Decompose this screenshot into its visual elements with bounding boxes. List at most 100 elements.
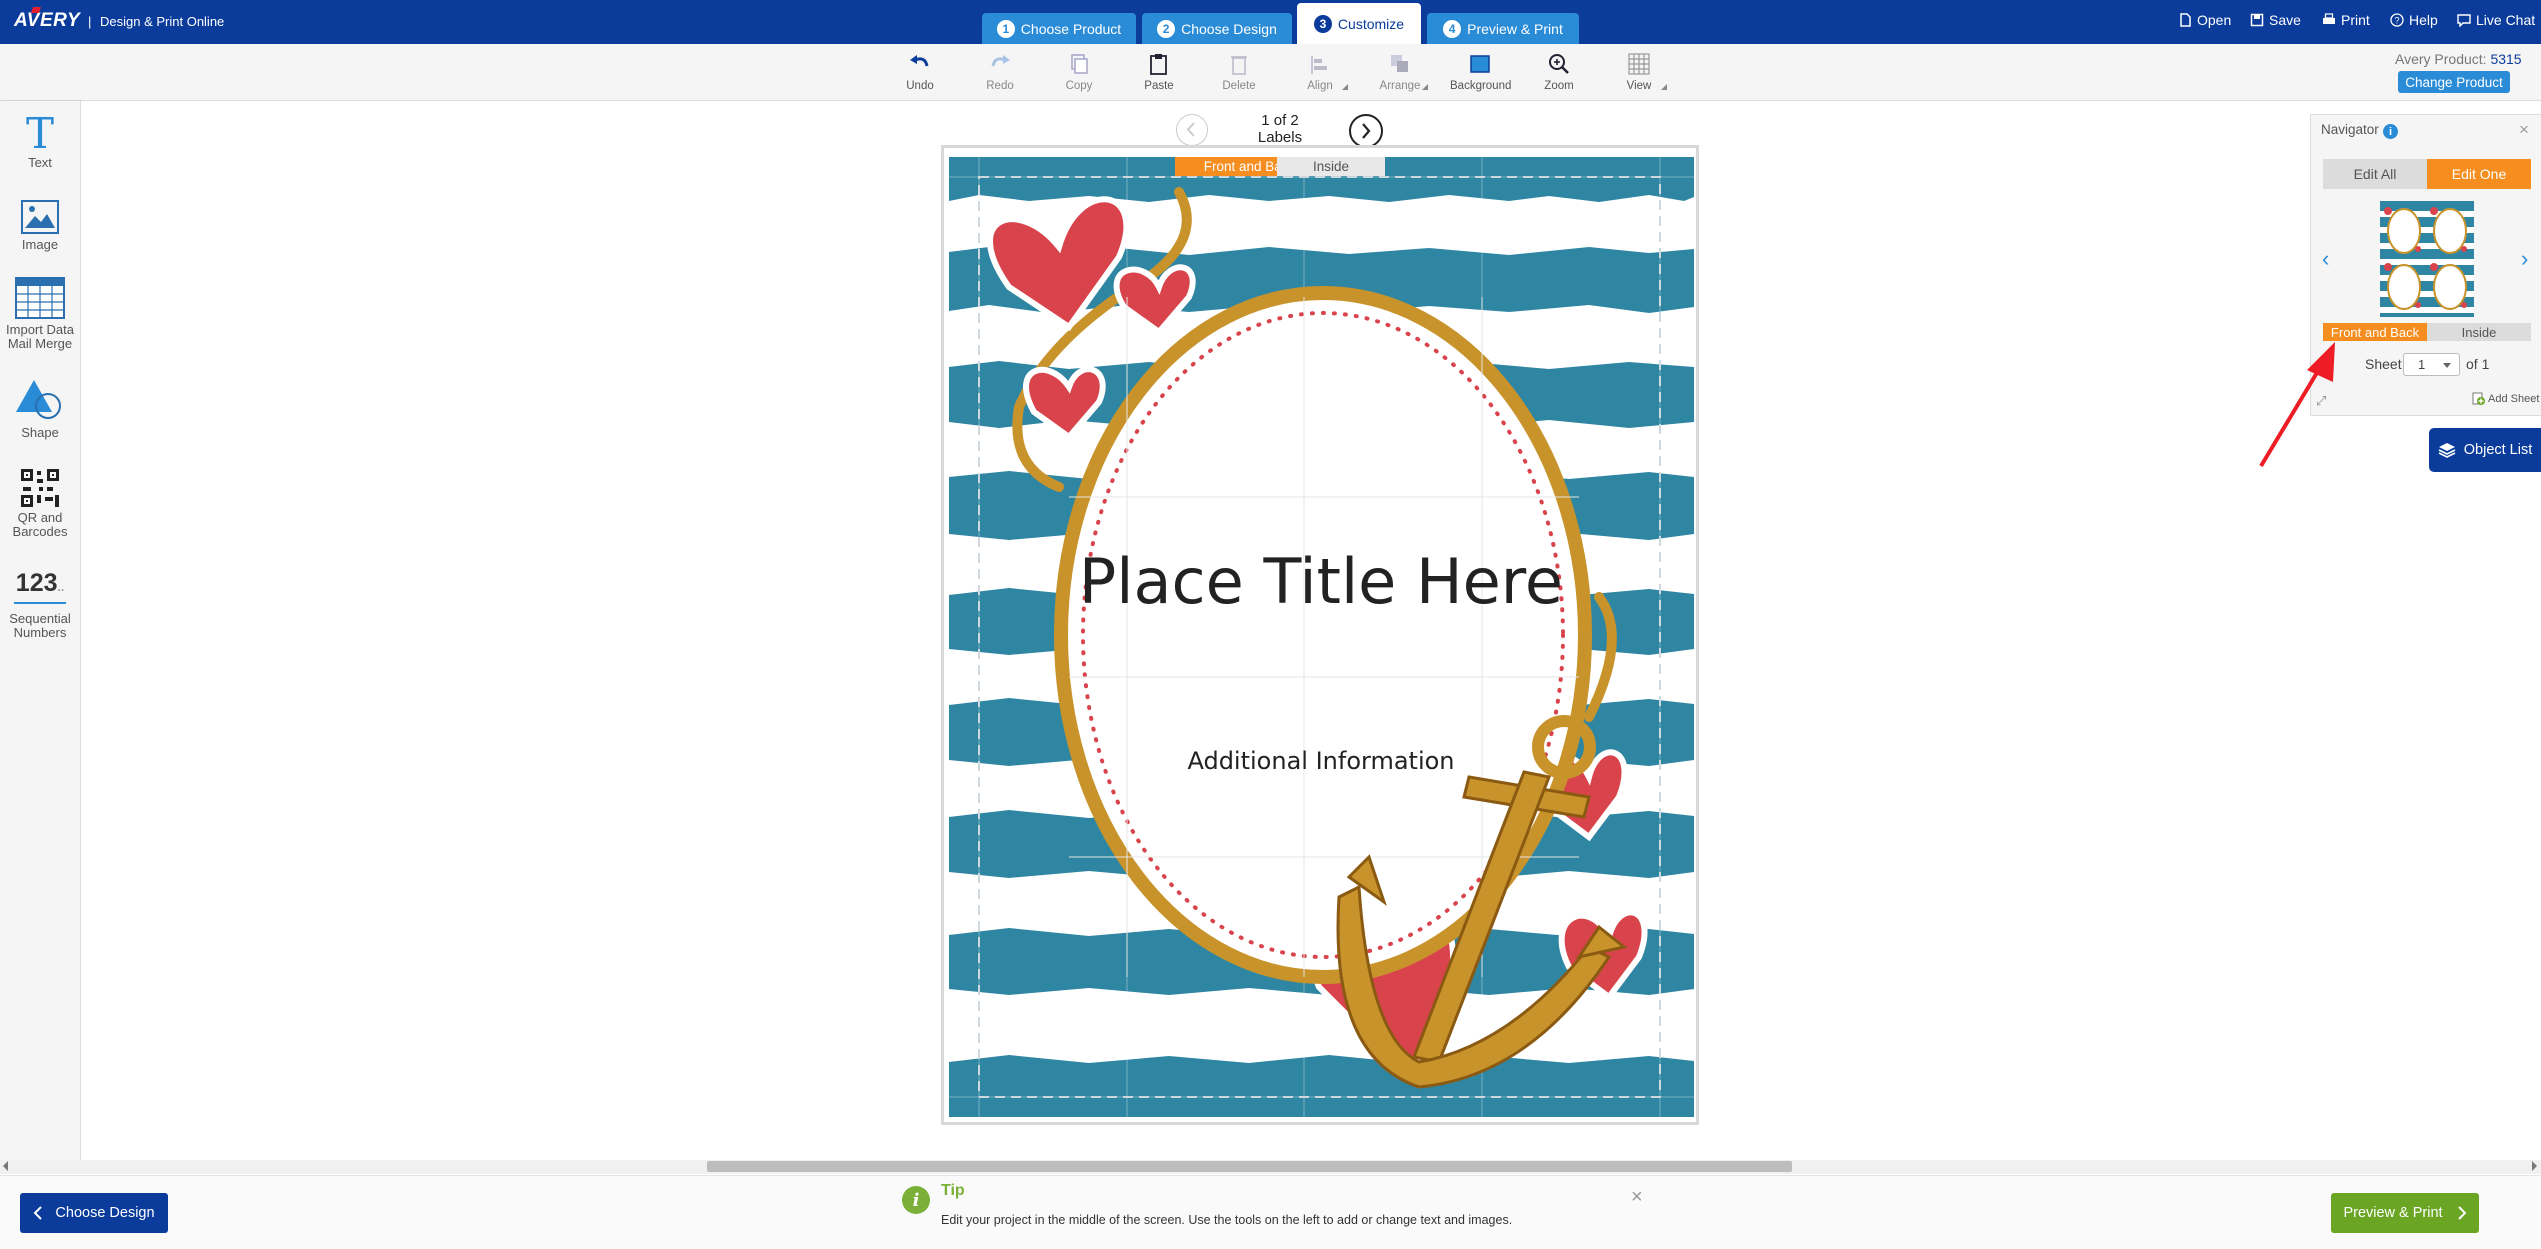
redo-icon bbox=[991, 55, 1010, 67]
place-title-text[interactable]: Place Title Here bbox=[1079, 545, 1563, 618]
step-choose-product[interactable]: 1 Choose Product bbox=[982, 13, 1136, 44]
zoom-button[interactable]: Zoom bbox=[1529, 52, 1589, 92]
seq-icon-digits: 123 bbox=[15, 569, 58, 597]
add-sheet-icon bbox=[2472, 392, 2485, 405]
pager-unit: Labels bbox=[1257, 129, 1303, 146]
arrange-dropdown-indicator bbox=[1422, 84, 1428, 90]
sheet-total: of 1 bbox=[2466, 356, 2490, 372]
step-number: 1 bbox=[996, 19, 1015, 38]
edit-one-button[interactable]: Edit One bbox=[2427, 159, 2531, 189]
pager-count: 1 of 2 bbox=[1261, 112, 1299, 129]
delete-button[interactable]: Delete bbox=[1209, 52, 1269, 92]
print-label: Print bbox=[2341, 12, 2370, 28]
view-dropdown-indicator bbox=[1661, 84, 1667, 90]
chat-bubble-icon bbox=[2457, 14, 2471, 27]
chevron-left-icon[interactable]: ‹ bbox=[2322, 246, 2329, 272]
view-button[interactable]: View bbox=[1609, 52, 1669, 92]
chevron-right-icon[interactable]: › bbox=[2521, 246, 2528, 272]
thumbnail-artwork bbox=[2380, 201, 2474, 317]
open-file-icon bbox=[2180, 13, 2191, 27]
step-customize[interactable]: 3 Customize bbox=[1297, 3, 1421, 44]
step-number: 4 bbox=[1443, 19, 1462, 38]
preview-print-label: Preview & Print bbox=[2343, 1205, 2443, 1221]
close-icon[interactable]: × bbox=[1631, 1186, 1643, 1209]
paste-button[interactable]: Paste bbox=[1129, 52, 1189, 92]
align-label: Align bbox=[1307, 80, 1333, 92]
save-disk-icon bbox=[2250, 13, 2264, 27]
navigator-inside-tab[interactable]: Inside bbox=[2427, 323, 2531, 341]
navigator-front-back-tab[interactable]: Front and Back bbox=[2323, 323, 2427, 341]
chevron-right-icon bbox=[2457, 1206, 2466, 1220]
live-chat-button[interactable]: Live Chat bbox=[2457, 12, 2535, 28]
prev-label-button[interactable] bbox=[1176, 114, 1208, 146]
svg-text:?: ? bbox=[2394, 16, 2399, 26]
object-list-button[interactable]: Object List bbox=[2429, 428, 2541, 472]
import-data-tool[interactable]: Import Data Mail Merge bbox=[0, 277, 80, 351]
background-button[interactable]: Background bbox=[1450, 52, 1512, 92]
open-button[interactable]: Open bbox=[2178, 12, 2231, 28]
undo-icon bbox=[910, 55, 929, 67]
label-design[interactable]: Place Title Here Additional Information bbox=[949, 157, 1694, 1117]
delete-label: Delete bbox=[1222, 80, 1256, 92]
live-chat-label: Live Chat bbox=[2476, 12, 2536, 28]
qr-label-line1: QR and bbox=[17, 510, 63, 525]
background-label: Background bbox=[1450, 80, 1512, 92]
grid-view-icon bbox=[1628, 53, 1650, 75]
print-button[interactable]: Print bbox=[2322, 12, 2370, 28]
shape-icon bbox=[16, 380, 61, 419]
save-button[interactable]: Save bbox=[2250, 12, 2301, 28]
info-icon[interactable]: i bbox=[2383, 124, 2398, 139]
step-label: Choose Product bbox=[1020, 20, 1122, 37]
scroll-right-icon[interactable] bbox=[2532, 1161, 2537, 1171]
undo-button[interactable]: Undo bbox=[890, 52, 950, 92]
sheet-select[interactable]: 1 bbox=[2403, 353, 2460, 376]
object-list-label: Object List bbox=[2463, 442, 2533, 458]
arrange-button[interactable]: Arrange bbox=[1370, 52, 1430, 92]
chevron-left-icon bbox=[34, 1206, 43, 1220]
copy-button[interactable]: Copy bbox=[1049, 52, 1109, 92]
step-choose-design[interactable]: 2 Choose Design bbox=[1142, 13, 1292, 44]
inside-tab[interactable]: Inside bbox=[1277, 157, 1385, 176]
help-button[interactable]: ? Help bbox=[2390, 12, 2438, 28]
logo-text: AVERY bbox=[14, 10, 81, 31]
product-number: 5315 bbox=[2490, 51, 2522, 67]
add-image-tool[interactable]: Image bbox=[0, 200, 80, 252]
add-sheet-button[interactable]: Add Sheet bbox=[2472, 392, 2539, 405]
open-label: Open bbox=[2197, 12, 2232, 28]
zoom-label: Zoom bbox=[1544, 80, 1574, 92]
preview-print-button[interactable]: Preview & Print bbox=[2331, 1193, 2479, 1233]
sequential-numbers-tool[interactable]: 123.. Sequential Numbers bbox=[0, 568, 80, 640]
label-pager: 1 of 2 Labels bbox=[1240, 112, 1320, 146]
change-product-button[interactable]: Change Product bbox=[2398, 71, 2510, 93]
edit-all-button[interactable]: Edit All bbox=[2323, 159, 2427, 189]
printer-icon bbox=[2323, 13, 2335, 24]
text-tool-label: Text bbox=[28, 155, 52, 170]
scrollbar-thumb[interactable] bbox=[707, 1161, 1792, 1172]
help-question-icon: ? bbox=[2390, 13, 2404, 27]
undo-label: Undo bbox=[906, 80, 934, 92]
scroll-left-icon[interactable] bbox=[3, 1161, 8, 1171]
copy-label: Copy bbox=[1065, 80, 1093, 92]
spreadsheet-icon bbox=[15, 277, 65, 319]
next-label-button[interactable] bbox=[1349, 114, 1383, 148]
qr-barcode-tool[interactable]: QR and Barcodes bbox=[0, 468, 80, 539]
align-button[interactable]: Align bbox=[1290, 52, 1350, 92]
add-text-tool[interactable]: T Text bbox=[0, 112, 80, 170]
redo-button[interactable]: Redo bbox=[970, 52, 1030, 92]
close-icon[interactable]: × bbox=[2519, 120, 2529, 140]
paste-label: Paste bbox=[1144, 80, 1174, 92]
step-preview-print[interactable]: 4 Preview & Print bbox=[1427, 13, 1579, 44]
annotation-arrow-icon bbox=[2259, 342, 2335, 468]
chevron-right-icon bbox=[1362, 123, 1371, 139]
add-shape-tool[interactable]: Shape bbox=[0, 378, 80, 440]
step-number: 3 bbox=[1313, 14, 1332, 33]
arrange-icon bbox=[1391, 55, 1408, 72]
image-icon bbox=[21, 200, 59, 234]
sheet-thumbnail[interactable] bbox=[2380, 201, 2474, 317]
edit-toolbar bbox=[0, 44, 2541, 101]
step-label: Preview & Print bbox=[1467, 20, 1563, 37]
additional-info-text[interactable]: Additional Information bbox=[1187, 747, 1454, 775]
background-icon bbox=[1470, 55, 1490, 73]
avery-logo[interactable]: AVERY bbox=[14, 7, 81, 34]
choose-design-button[interactable]: Choose Design bbox=[20, 1193, 168, 1233]
